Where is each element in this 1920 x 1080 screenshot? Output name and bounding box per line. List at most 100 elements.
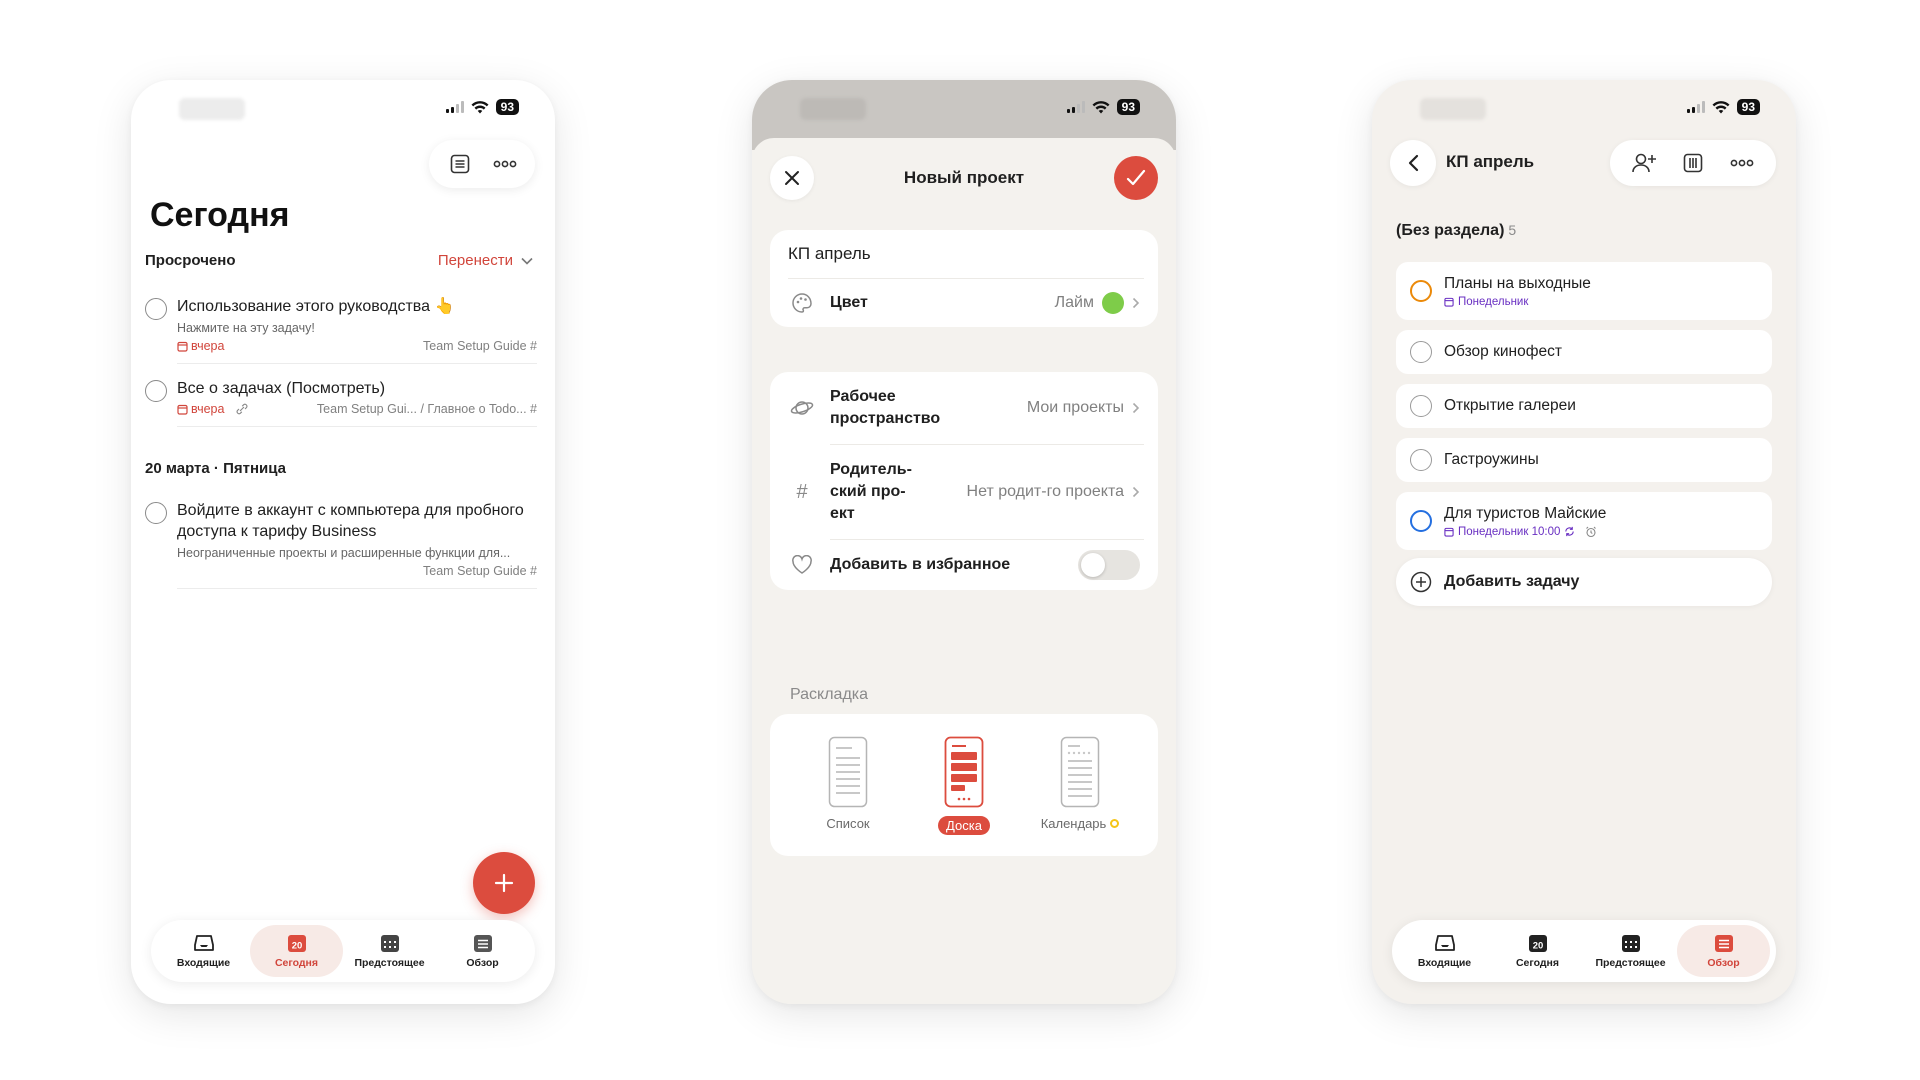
calendar-icon [177, 341, 188, 352]
task-item[interactable]: Открытие галереи [1396, 384, 1772, 428]
tab-browse[interactable]: Обзор [436, 925, 529, 977]
favorite-toggle[interactable] [1078, 550, 1140, 580]
parent-value: Нет родит-го проекта [966, 483, 1124, 500]
tab-inbox-label: Входящие [176, 957, 231, 969]
add-task-button[interactable]: Добавить задачу [1396, 558, 1772, 606]
confirm-button[interactable] [1113, 156, 1158, 200]
task-item[interactable]: Обзор кинофест [1396, 330, 1772, 374]
task-date-label: Понедельник [1458, 295, 1529, 308]
reschedule-label: Перенести [437, 252, 513, 269]
tab-inbox[interactable]: Входящие [1398, 925, 1491, 977]
tab-upcoming[interactable]: Предстоящее [1584, 925, 1677, 977]
layout-calendar-option[interactable]: Календарь [1025, 736, 1135, 835]
task-checkbox[interactable] [1410, 280, 1432, 302]
calendar-layout-icon [1060, 736, 1100, 808]
calendar-icon [1444, 297, 1454, 307]
layout-calendar-text: Календарь [1040, 816, 1107, 831]
task-checkbox[interactable] [1410, 510, 1432, 532]
task-project: Team Setup Guide # [423, 564, 537, 578]
chevron-right-icon [1132, 486, 1140, 498]
task-checkbox[interactable] [145, 502, 167, 524]
status-time-blurred [179, 98, 245, 120]
check-icon [1126, 169, 1146, 186]
calendar-today-icon: 20 [287, 935, 306, 952]
project-screen: 93 КП апрель (Без раздела) 5 Планы на вых… [1372, 80, 1796, 1004]
day-title: 20 марта · Пятница [145, 460, 286, 477]
tab-browse[interactable]: Обзор [1677, 925, 1770, 977]
section-count: 5 [1508, 222, 1517, 238]
sheet-title: Новый проект [903, 168, 1025, 187]
add-task-label: Добавить задачу [1444, 573, 1580, 590]
view-board-button[interactable] [1675, 145, 1711, 181]
add-task-fab[interactable] [473, 852, 535, 914]
calendar-icon [1444, 527, 1454, 537]
board-layout-icon [944, 736, 984, 808]
task-title: Все о задачах (Посмотреть) [177, 380, 386, 397]
overdue-title: Просрочено [145, 252, 236, 269]
tab-today-label: Сегодня [1515, 957, 1560, 969]
task-item[interactable]: Гастроужины [1396, 438, 1772, 482]
palette-icon [792, 293, 812, 313]
task-checkbox[interactable] [145, 298, 167, 320]
color-swatch [1102, 292, 1124, 314]
tab-upcoming[interactable]: Предстоящее [343, 925, 436, 977]
color-value: Лайм [1054, 294, 1094, 311]
bottom-tab-bar: Входящие 20 Сегодня Предстоящее Обзор [1392, 920, 1776, 982]
tab-upcoming-label: Предстоящее [1595, 957, 1666, 969]
task-title: Планы на выходные [1444, 274, 1591, 292]
workspace-label: Рабочее пространство [830, 388, 941, 427]
alarm-icon [1586, 526, 1597, 537]
task-checkbox[interactable] [145, 380, 167, 402]
reschedule-button[interactable]: Перенести [438, 252, 533, 269]
layout-board-option[interactable]: Доска [909, 736, 1019, 835]
task-item[interactable]: Войдите в аккаунт с компьютера для пробн… [145, 500, 537, 589]
task-title: Гастроужины [1444, 451, 1539, 468]
task-item[interactable]: Для туристов Майские Понедельник 10:00 [1396, 492, 1772, 550]
section-header: (Без раздела) 5 [1396, 222, 1516, 240]
layout-section-title: Раскладка [790, 686, 869, 703]
board-view-icon [1683, 153, 1703, 173]
task-item[interactable]: Все о задачах (Посмотреть) вчера Team Se… [145, 378, 537, 427]
workspace-row[interactable]: Рабочее пространство Мои проекты [770, 372, 1158, 444]
task-item[interactable]: Использование этого руководства 👆 Нажмит… [145, 296, 537, 364]
divider [177, 588, 537, 589]
project-name-field[interactable]: КП апрель [770, 230, 1158, 278]
task-date: Понедельник 10:00 [1444, 526, 1606, 538]
layout-calendar-label: Календарь [1041, 816, 1120, 831]
task-date: вчера [177, 339, 224, 353]
day-header: 20 марта · Пятница [145, 460, 533, 477]
task-checkbox[interactable] [1410, 395, 1432, 417]
share-button[interactable] [1626, 145, 1662, 181]
parent-project-row[interactable]: # Родитель-ский про-ект Нет родит-го про… [770, 445, 1158, 539]
task-date: вчера [177, 402, 249, 416]
task-item[interactable]: Планы на выходные Понедельник [1396, 262, 1772, 320]
favorite-label: Добавить в избранное [830, 556, 1011, 573]
calendar-grid-icon [380, 935, 399, 952]
tab-today[interactable]: 20 Сегодня [250, 925, 343, 977]
tab-inbox[interactable]: Входящие [157, 925, 250, 977]
tab-today[interactable]: 20 Сегодня [1491, 925, 1584, 977]
planet-icon [790, 401, 814, 415]
close-button[interactable] [770, 156, 814, 200]
project-title: КП апрель [1446, 152, 1535, 171]
color-row[interactable]: Цвет Лайм [770, 279, 1158, 327]
layout-list-option[interactable]: Список [793, 736, 903, 835]
list-layout-icon [828, 736, 868, 808]
status-time-blurred [1420, 98, 1486, 120]
project-name-value: КП апрель [788, 244, 871, 263]
back-button[interactable] [1390, 140, 1436, 186]
more-button[interactable] [487, 146, 523, 182]
tab-inbox-label: Входящие [1417, 957, 1472, 969]
hash-icon: # [796, 480, 808, 503]
task-project: Team Setup Guide # [423, 339, 537, 353]
signal-icon [445, 101, 464, 113]
calendar-grid-icon [1621, 935, 1640, 952]
list-view-icon [450, 154, 469, 174]
task-checkbox[interactable] [1410, 449, 1432, 471]
more-button[interactable] [1724, 145, 1760, 181]
task-date-label: вчера [191, 339, 225, 353]
new-project-sheet: Новый проект КП апрель Цвет Лайм Рабочее… [752, 138, 1176, 1004]
task-title: Открытие галереи [1444, 397, 1576, 414]
view-options-button[interactable] [442, 146, 478, 182]
task-checkbox[interactable] [1410, 341, 1432, 363]
